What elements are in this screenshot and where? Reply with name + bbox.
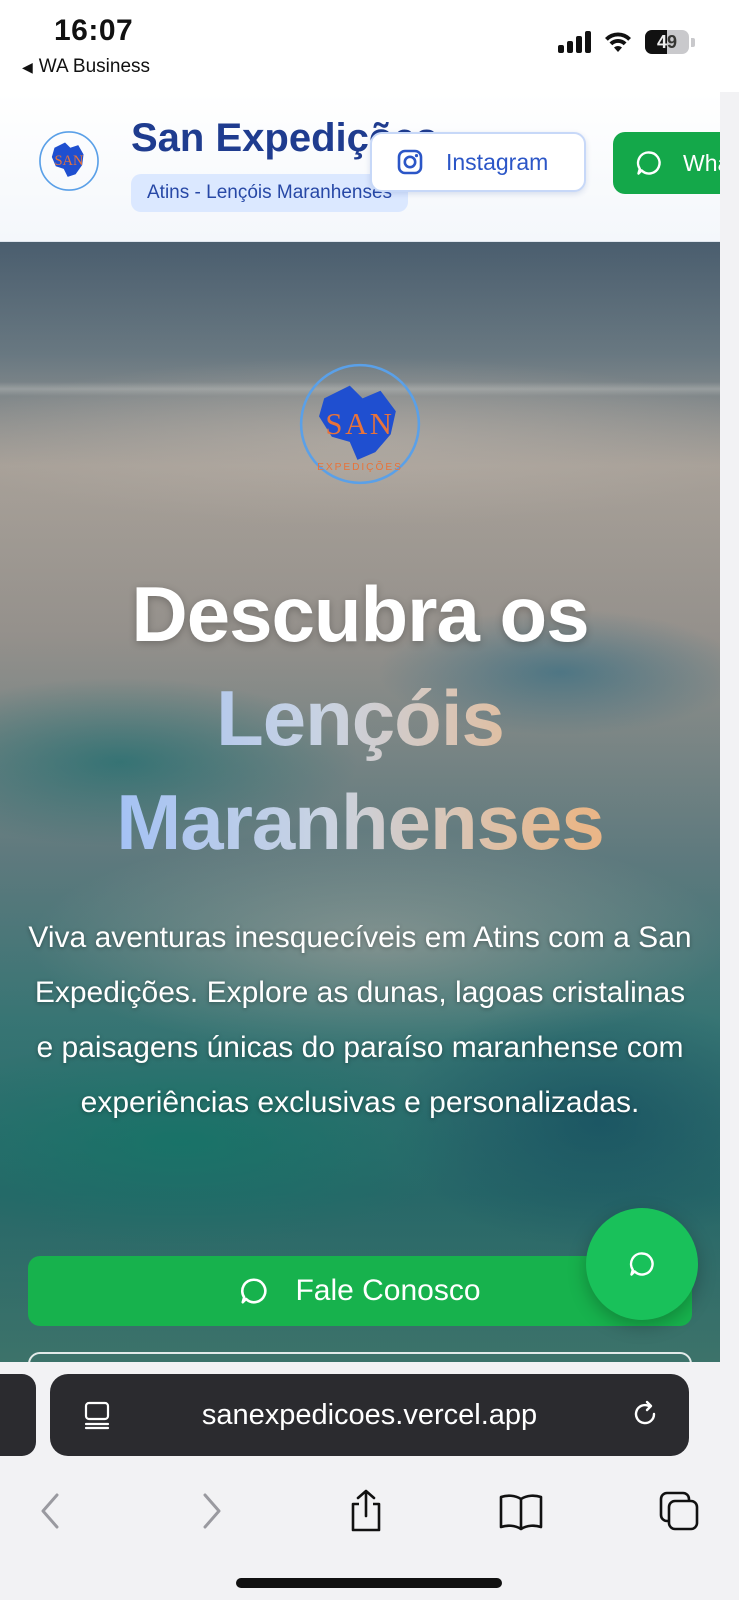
reader-icon[interactable] <box>82 1400 112 1430</box>
site-header: SAN San Expedições Atins - Lençóis Maran… <box>0 92 720 242</box>
hero-logo-subtext: EXPEDIÇÕES <box>317 460 403 473</box>
instagram-button[interactable]: Instagram <box>370 132 586 192</box>
chevron-right-icon <box>203 1493 221 1529</box>
hero-logo-text: SAN <box>325 407 394 441</box>
floating-whatsapp-button[interactable] <box>586 1208 698 1320</box>
secondary-hero-button[interactable] <box>28 1352 692 1362</box>
brand-logo[interactable]: SAN <box>36 128 102 194</box>
contact-us-label: Fale Conosco <box>295 1274 481 1307</box>
back-app-label: WA Business <box>38 56 151 77</box>
share-icon <box>351 1489 381 1532</box>
hero-description: Viva aventuras inesquecíveis em Atins co… <box>28 921 692 1119</box>
cellular-signal-icon <box>558 31 591 53</box>
forward-button[interactable] <box>186 1486 236 1536</box>
back-button[interactable] <box>26 1486 76 1536</box>
battery-icon: 49 <box>645 30 689 54</box>
book-icon <box>499 1494 543 1531</box>
whatsapp-chat-icon <box>629 1252 654 1276</box>
whatsapp-chat-icon <box>241 1278 267 1304</box>
whatsapp-chat-icon <box>636 151 661 175</box>
instagram-icon <box>397 149 423 175</box>
tabs-button[interactable] <box>654 1486 704 1536</box>
back-triangle-icon: ◀ <box>22 58 33 75</box>
back-to-app-link[interactable]: ◀ WA Business <box>22 56 150 78</box>
logo-text: SAN <box>54 153 84 169</box>
browser-toolbar <box>0 1472 739 1552</box>
status-indicators: 49 <box>558 30 695 54</box>
brand-tagline-badge: Atins - Lençóis Maranhenses <box>131 174 409 212</box>
status-bar: 16:07 ◀ WA Business 49 <box>0 0 739 92</box>
address-bar[interactable]: sanexpedicoes.vercel.app <box>50 1374 689 1456</box>
instagram-label: Instagram <box>446 148 549 175</box>
battery-cap <box>691 37 695 47</box>
battery-level: 49 <box>656 31 678 52</box>
hero-title-line-3: Maranhenses <box>0 770 720 874</box>
hero-title: Descubra os Lençóis Maranhenses <box>0 562 720 874</box>
tabs-icon <box>659 1491 699 1531</box>
whatsapp-header-button[interactable]: WhatsApp <box>613 132 720 194</box>
hero-section: SAN EXPEDIÇÕES Descubra os Lençóis Maran… <box>0 242 720 1362</box>
wifi-icon <box>605 32 631 52</box>
whatsapp-header-label: WhatsApp <box>683 149 720 176</box>
chevron-left-icon <box>41 1493 59 1529</box>
share-button[interactable] <box>341 1486 391 1536</box>
reload-icon[interactable] <box>629 1398 661 1430</box>
browser-chrome: sanexpedicoes.vercel.app <box>0 1362 739 1600</box>
hero-title-line-1: Descubra os <box>131 570 589 658</box>
previous-tab-peek[interactable] <box>0 1374 36 1456</box>
url-text: sanexpedicoes.vercel.app <box>201 1398 538 1431</box>
hero-title-line-2: Lençóis <box>0 666 720 770</box>
home-indicator <box>236 1578 502 1588</box>
status-time: 16:07 <box>54 14 134 47</box>
hero-logo: SAN EXPEDIÇÕES <box>299 363 421 485</box>
bookmarks-button[interactable] <box>496 1486 546 1536</box>
